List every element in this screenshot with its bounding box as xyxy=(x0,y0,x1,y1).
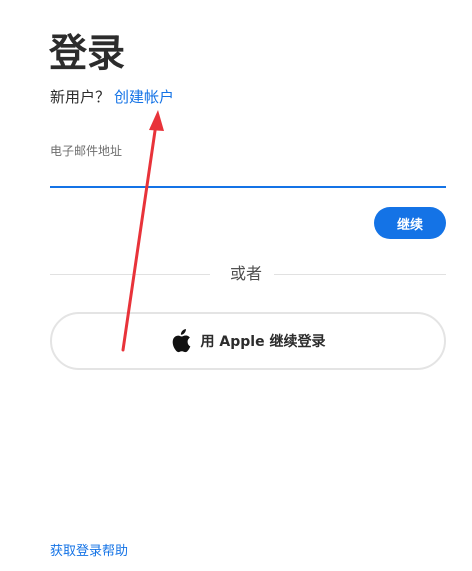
divider-line-right xyxy=(274,274,446,275)
apple-login-button[interactable]: 用 Apple 继续登录 xyxy=(50,312,446,370)
page-title: 登录 xyxy=(49,31,126,75)
login-help-link[interactable]: 获取登录帮助 xyxy=(50,543,128,561)
apple-login-label: 用 Apple 继续登录 xyxy=(200,334,326,350)
annotation-arrow xyxy=(121,110,164,352)
email-field-label: 电子邮件地址 xyxy=(50,144,123,158)
new-user-prompt: 新用户？ xyxy=(50,88,111,106)
continue-button[interactable]: 继续 xyxy=(374,207,446,239)
email-field[interactable] xyxy=(50,162,446,188)
create-account-link[interactable]: 创建帐户 xyxy=(114,88,174,106)
or-label: 或者 xyxy=(230,264,263,283)
divider-line-left xyxy=(50,274,210,275)
signup-row: 新用户？ 创建帐户 xyxy=(50,87,174,107)
or-divider: 或者 xyxy=(50,264,446,284)
apple-icon xyxy=(171,329,191,353)
